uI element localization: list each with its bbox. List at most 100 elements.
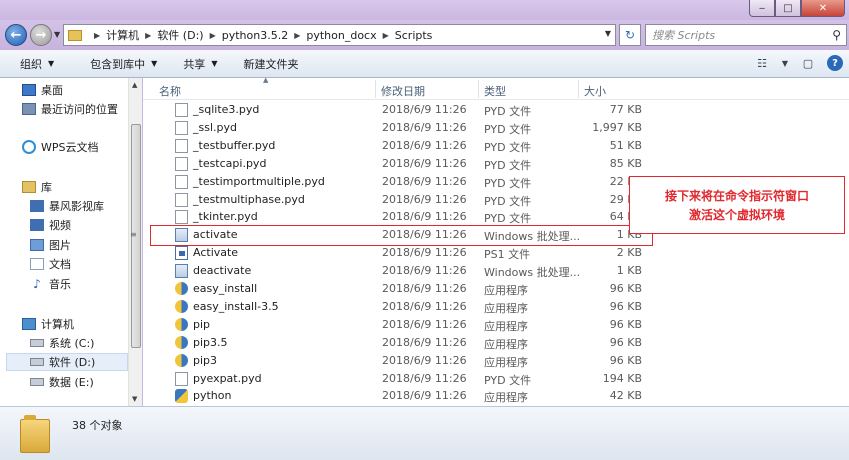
- back-button[interactable]: ←: [5, 24, 27, 46]
- breadcrumb-item-computer[interactable]: 计算机: [106, 27, 139, 43]
- file-size: 96 KB: [609, 317, 642, 331]
- file-size: 1,997 KB: [592, 120, 642, 134]
- file-row[interactable]: pyexpat.pyd 2018/6/9 11:26 PYD 文件 194 KB: [157, 370, 647, 388]
- nav-item-drive-d[interactable]: 软件 (D:): [6, 353, 128, 371]
- nav-item-label: 图片: [49, 239, 71, 252]
- nav-scrollbar[interactable]: ▲ ≡ ▼: [128, 78, 142, 406]
- column-header-date[interactable]: 修改日期: [381, 83, 425, 99]
- batch-file-icon: [175, 264, 188, 279]
- chevron-down-icon: ▼: [48, 59, 55, 68]
- file-row[interactable]: deactivate 2018/6/9 11:26 Windows 批处理... 1 …: [157, 262, 647, 280]
- forward-button[interactable]: →: [30, 24, 52, 46]
- file-row[interactable]: _testimportmultiple.pyd 2018/6/9 11:26 PYD…: [157, 173, 647, 191]
- view-options-icon[interactable]: ☷: [753, 54, 771, 72]
- organize-menu[interactable]: 组织 ▼: [10, 56, 64, 72]
- file-row[interactable]: _testmultiphase.pyd 2018/6/9 11:26 PYD 文件 2…: [157, 191, 647, 209]
- preview-pane-icon[interactable]: ▢: [799, 54, 817, 72]
- search-icon: ⚲: [832, 28, 841, 42]
- nav-item-drive-e[interactable]: 数据 (E:): [30, 373, 128, 391]
- file-type: Windows 批处理...: [484, 266, 581, 280]
- column-header-size[interactable]: 大小: [584, 83, 606, 99]
- nav-item-pictures[interactable]: 图片: [30, 236, 128, 254]
- file-type: PYD 文件: [484, 105, 532, 118]
- breadcrumb-separator-icon[interactable]: ▶: [145, 31, 151, 40]
- file-size: 42 KB: [609, 389, 642, 403]
- refresh-button[interactable]: ↻: [619, 24, 641, 46]
- new-folder-button[interactable]: 新建文件夹: [233, 56, 308, 72]
- nav-item-label: 文档: [49, 258, 71, 271]
- application-icon: [175, 317, 188, 331]
- column-divider[interactable]: [578, 80, 579, 98]
- column-headers: ▲ 名称 修改日期 类型 大小: [143, 76, 849, 100]
- nav-item-videos[interactable]: 视频: [30, 216, 128, 234]
- file-size: 96 KB: [609, 282, 642, 295]
- file-date: 2018/6/9 11:26: [382, 264, 467, 278]
- python-app-icon: [175, 389, 188, 404]
- chevron-down-icon: ▼: [151, 59, 158, 68]
- command-bar: 组织 ▼ 包含到库中 ▼ 共享 ▼ 新建文件夹 ☷ ▼ ▢ ?: [0, 50, 849, 78]
- wps-cloud-icon: [22, 140, 36, 154]
- nav-item-documents[interactable]: 文档: [30, 255, 128, 273]
- file-row[interactable]: Activate 2018/6/9 11:26 PS1 文件 2 KB: [157, 244, 647, 262]
- file-row[interactable]: _testbuffer.pyd 2018/6/9 11:26 PYD 文件 51 KB: [157, 137, 647, 155]
- file-type: 应用程序: [484, 355, 528, 369]
- toolbar-right: ☷ ▼ ▢ ?: [753, 54, 843, 72]
- column-divider[interactable]: [375, 80, 376, 98]
- computer-icon: [22, 318, 36, 330]
- pyd-file-icon: [175, 120, 188, 135]
- file-row[interactable]: pip3 2018/6/9 11:26 应用程序 96 KB: [157, 352, 647, 370]
- nav-item-label: 库: [41, 181, 52, 194]
- file-row[interactable]: pip 2018/6/9 11:26 应用程序 96 KB: [157, 316, 647, 334]
- file-date: 2018/6/9 11:26: [382, 282, 467, 295]
- breadcrumb-separator-icon[interactable]: ▶: [383, 31, 389, 40]
- close-button[interactable]: ✕: [801, 0, 845, 17]
- nav-item-label: 数据 (E:): [49, 376, 94, 389]
- breadcrumb-item-python[interactable]: python3.5.2: [222, 29, 288, 42]
- address-dropdown-icon[interactable]: ▼: [605, 29, 611, 38]
- file-row[interactable]: easy_install-3.5 2018/6/9 11:26 应用程序 96 KB: [157, 298, 647, 316]
- file-row[interactable]: _sqlite3.pyd 2018/6/9 11:26 PYD 文件 77 KB: [157, 101, 647, 119]
- minimize-button[interactable]: ‒: [749, 0, 775, 17]
- share-menu[interactable]: 共享 ▼: [173, 56, 227, 72]
- include-in-library-label: 包含到库中: [90, 57, 146, 71]
- include-in-library-menu[interactable]: 包含到库中 ▼: [80, 56, 167, 72]
- file-row[interactable]: pip3.5 2018/6/9 11:26 应用程序 96 KB: [157, 334, 647, 352]
- column-header-name[interactable]: 名称: [159, 83, 181, 99]
- organize-label: 组织: [20, 57, 42, 71]
- file-date: 2018/6/9 11:26: [382, 138, 467, 152]
- breadcrumb-item-scripts[interactable]: Scripts: [395, 29, 433, 42]
- breadcrumb-item-drive-d[interactable]: 软件 (D:): [157, 27, 203, 43]
- powershell-file-icon: [175, 246, 188, 261]
- pyd-file-icon: [175, 103, 188, 117]
- view-dropdown-icon[interactable]: ▼: [781, 54, 789, 72]
- nav-item-music[interactable]: ♪ 音乐: [30, 275, 128, 293]
- file-name: _testimportmultiple.pyd: [193, 174, 325, 188]
- nav-item-video-library[interactable]: 暴风影视库: [30, 197, 128, 215]
- address-bar[interactable]: ▶ 计算机 ▶ 软件 (D:) ▶ python3.5.2 ▶ python_d…: [63, 24, 616, 46]
- search-input[interactable]: 搜索 Scripts ⚲: [645, 24, 847, 46]
- file-row[interactable]: easy_install 2018/6/9 11:26 应用程序 96 KB: [157, 280, 647, 298]
- recent-pages-dropdown-icon[interactable]: ▼: [54, 30, 60, 39]
- nav-item-label: 桌面: [41, 84, 63, 97]
- nav-item-drive-c[interactable]: 系统 (C:): [30, 334, 128, 352]
- scroll-down-icon[interactable]: ▼: [132, 395, 137, 403]
- nav-item-label: 视频: [49, 219, 71, 232]
- file-row[interactable]: _ssl.pyd 2018/6/9 11:26 PYD 文件 1,997 KB: [157, 119, 647, 137]
- breadcrumb-separator-icon[interactable]: ▶: [294, 31, 300, 40]
- column-header-type[interactable]: 类型: [484, 83, 506, 99]
- file-size: 96 KB: [609, 299, 642, 313]
- maximize-button[interactable]: □: [775, 0, 801, 17]
- column-divider[interactable]: [478, 80, 479, 98]
- help-icon[interactable]: ?: [827, 55, 843, 71]
- file-row[interactable]: _testcapi.pyd 2018/6/9 11:26 PYD 文件 85 KB: [157, 155, 647, 173]
- breadcrumb-separator-icon[interactable]: ▶: [210, 31, 216, 40]
- navigation-pane: 桌面 最近访问的位置 WPS云文档 库 暴风影视库 视频 图片 文档 ♪ 音乐 …: [0, 78, 142, 406]
- breadcrumb-item-python-docx[interactable]: python_docx: [306, 29, 376, 42]
- breadcrumb-separator-icon[interactable]: ▶: [94, 31, 100, 40]
- video-library-icon: [30, 200, 44, 212]
- scroll-up-icon[interactable]: ▲: [132, 81, 137, 89]
- file-row[interactable]: _tkinter.pyd 2018/6/9 11:26 PYD 文件 64 KB: [157, 208, 647, 226]
- file-row[interactable]: python 2018/6/9 11:26 应用程序 42 KB: [157, 387, 647, 405]
- folder-icon: [68, 29, 82, 41]
- nav-item-label: WPS云文档: [41, 141, 99, 154]
